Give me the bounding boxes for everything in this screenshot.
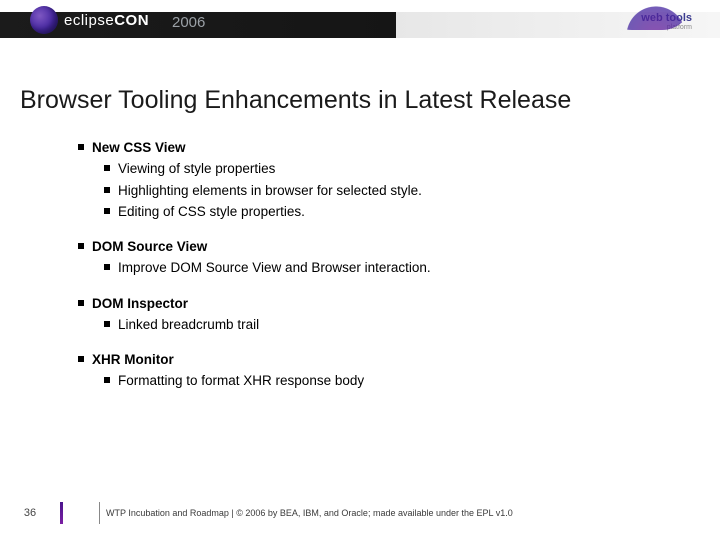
list-item: Formatting to format XHR response body bbox=[104, 372, 720, 389]
list-item: Viewing of style properties bbox=[104, 160, 720, 177]
bullet-square-icon bbox=[104, 208, 110, 214]
bullet-square-icon bbox=[78, 356, 84, 362]
item-text: Improve DOM Source View and Browser inte… bbox=[118, 259, 431, 276]
footer-text: WTP Incubation and Roadmap | © 2006 by B… bbox=[106, 508, 513, 518]
item-text: Viewing of style properties bbox=[118, 160, 275, 177]
heading-text: XHR Monitor bbox=[92, 351, 174, 368]
eclipse-ball-icon bbox=[30, 6, 58, 34]
item-text: Formatting to format XHR response body bbox=[118, 372, 364, 389]
section-heading: New CSS View bbox=[78, 139, 720, 156]
list-item: Editing of CSS style properties. bbox=[104, 203, 720, 220]
slide-footer: 36 WTP Incubation and Roadmap | © 2006 b… bbox=[0, 502, 720, 524]
bullet-square-icon bbox=[104, 264, 110, 270]
item-text: Editing of CSS style properties. bbox=[118, 203, 305, 220]
heading-text: New CSS View bbox=[92, 139, 186, 156]
slide-content: New CSS View Viewing of style properties… bbox=[78, 139, 720, 390]
bullet-square-icon bbox=[104, 165, 110, 171]
conference-year: 2006 bbox=[172, 14, 205, 31]
section-heading: XHR Monitor bbox=[78, 351, 720, 368]
heading-text: DOM Inspector bbox=[92, 295, 188, 312]
eclipse-logo: eclipseCON bbox=[30, 6, 149, 34]
webtools-logo: web tools platform bbox=[602, 0, 692, 31]
list-item: Highlighting elements in browser for sel… bbox=[104, 182, 720, 199]
bullet-square-icon bbox=[104, 187, 110, 193]
list-item: Improve DOM Source View and Browser inte… bbox=[104, 259, 720, 276]
item-text: Linked breadcrumb trail bbox=[118, 316, 259, 333]
bullet-square-icon bbox=[104, 377, 110, 383]
section-heading: DOM Source View bbox=[78, 238, 720, 255]
bullet-square-icon bbox=[78, 300, 84, 306]
list-item: Linked breadcrumb trail bbox=[104, 316, 720, 333]
page-number: 36 bbox=[0, 507, 60, 519]
eclipse-logo-text: eclipseCON bbox=[64, 12, 149, 29]
brand-left: eclipse bbox=[64, 12, 114, 29]
bullet-square-icon bbox=[104, 321, 110, 327]
footer-divider-icon bbox=[60, 502, 63, 524]
section-heading: DOM Inspector bbox=[78, 295, 720, 312]
footer-divider-icon bbox=[99, 502, 100, 524]
slide: eclipseCON 2006 web tools platform Brows… bbox=[0, 0, 720, 540]
slide-header: eclipseCON 2006 web tools platform bbox=[0, 0, 720, 54]
item-text: Highlighting elements in browser for sel… bbox=[118, 182, 422, 199]
bullet-square-icon bbox=[78, 243, 84, 249]
brand-right: CON bbox=[114, 12, 149, 29]
slide-title: Browser Tooling Enhancements in Latest R… bbox=[20, 86, 720, 115]
bullet-square-icon bbox=[78, 144, 84, 150]
heading-text: DOM Source View bbox=[92, 238, 207, 255]
